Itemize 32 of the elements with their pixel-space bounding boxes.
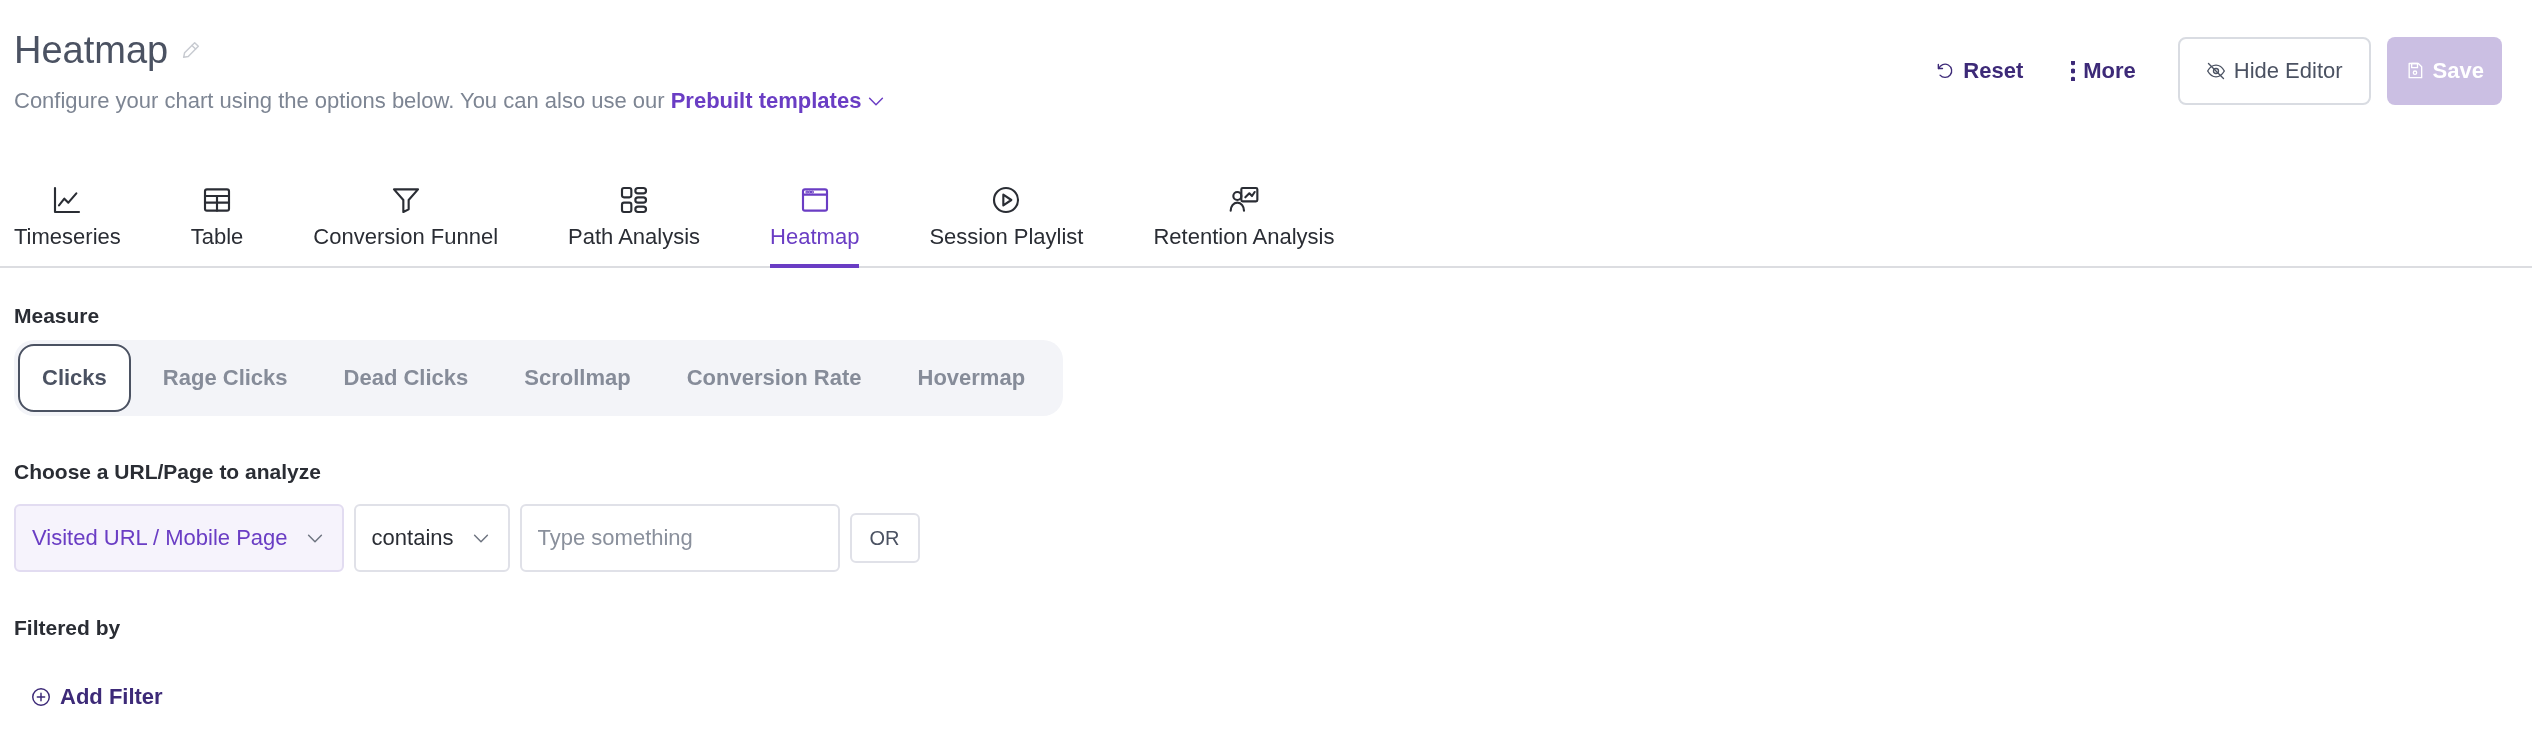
or-button[interactable]: OR bbox=[849, 513, 920, 563]
chart-type-tab[interactable]: Retention Analysis bbox=[1153, 184, 1335, 268]
subtitle-text: Configure your chart using the options below. You can also use our bbox=[14, 88, 665, 114]
measure-option[interactable]: Clicks bbox=[18, 344, 131, 412]
tab-label: Session Playlist bbox=[929, 224, 1084, 250]
eye-slash-icon bbox=[2205, 61, 2226, 81]
section-label: Measure bbox=[14, 304, 101, 328]
tab-label: Path Analysis bbox=[568, 224, 701, 250]
tab-label: Conversion Funnel bbox=[313, 224, 499, 250]
vertical-dots-icon bbox=[2071, 61, 2076, 81]
chart-type-tab[interactable]: Heatmap bbox=[770, 184, 860, 268]
chart-type-tab[interactable]: Conversion Funnel bbox=[313, 184, 499, 268]
hide-editor-button[interactable]: Hide Editor bbox=[2177, 37, 2371, 105]
section-label: Filtered by bbox=[14, 616, 122, 640]
tab-label: Table bbox=[190, 224, 244, 250]
value-input-field[interactable]: Type something bbox=[519, 504, 840, 572]
chart-type-tab[interactable]: Table bbox=[190, 184, 244, 268]
chart-type-tab[interactable]: Session Playlist bbox=[929, 184, 1084, 268]
tab-label: Timeseries bbox=[14, 224, 121, 250]
reset-button[interactable]: Reset bbox=[1911, 37, 2048, 105]
chart-type-tab[interactable]: Timeseries bbox=[14, 184, 121, 268]
tab-label: Retention Analysis bbox=[1153, 224, 1335, 250]
operator-dropdown[interactable]: contains bbox=[353, 504, 510, 572]
section-label: Choose a URL/Page to analyze bbox=[14, 460, 322, 484]
property-dropdown[interactable]: Visited URL / Mobile Page bbox=[14, 504, 344, 572]
templates-link[interactable]: Prebuilt templates bbox=[670, 88, 888, 114]
add-filter-button[interactable]: Add Filter bbox=[30, 684, 163, 710]
tab-label: Heatmap bbox=[770, 224, 860, 250]
chart-type-tab[interactable]: Path Analysis bbox=[568, 184, 701, 268]
plus-circle-icon bbox=[30, 686, 52, 708]
more-button[interactable]: More bbox=[2047, 37, 2160, 105]
page-title: Heatmap bbox=[14, 28, 169, 73]
